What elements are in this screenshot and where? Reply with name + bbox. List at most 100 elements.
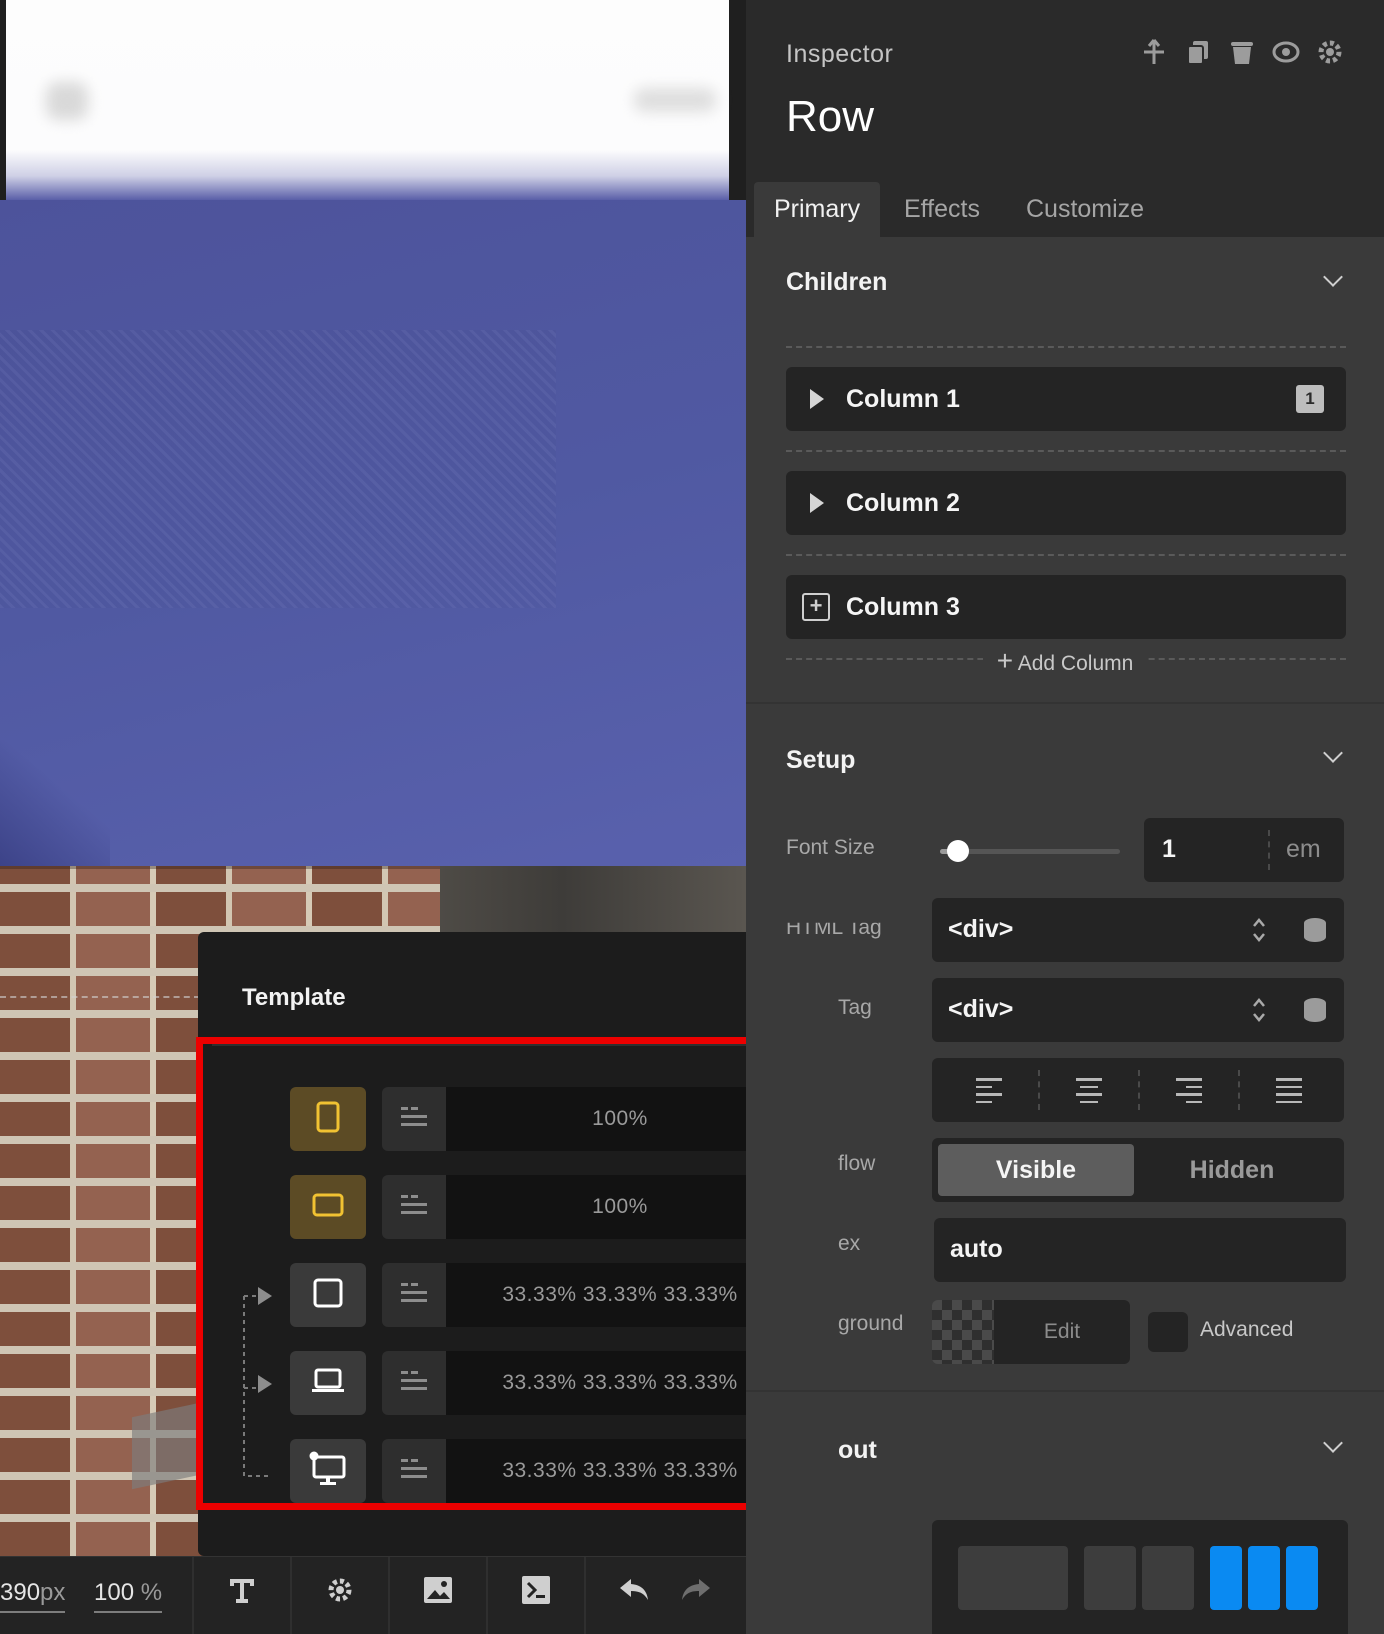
grid-handle[interactable] [382, 1351, 446, 1415]
eye-icon[interactable] [1272, 38, 1300, 66]
layout-section-title[interactable]: out [838, 1436, 877, 1465]
layout-option-single[interactable] [958, 1546, 1068, 1610]
app-root: 390px 100 % Template 100% 100% 33.33% 33… [0, 0, 1384, 1634]
template-value[interactable]: 100% [446, 1175, 794, 1239]
second-tag-select[interactable]: <div> [932, 978, 1344, 1042]
layout-option-third[interactable] [1210, 1546, 1242, 1610]
chevron-down-icon[interactable] [1323, 1433, 1343, 1453]
advanced-label: Advanced [1200, 1318, 1294, 1341]
child-item-label: Column 3 [846, 593, 960, 621]
layout-preview [932, 1520, 1348, 1634]
zindex-value: auto [950, 1235, 1003, 1263]
html-tag-select[interactable]: <div> [932, 898, 1344, 962]
breakpoint-button[interactable] [290, 1263, 366, 1327]
setup-section-title[interactable]: Setup [786, 746, 855, 775]
template-row: 33.33% 33.33% 33.33% [290, 1263, 794, 1327]
layout-option-half[interactable] [1142, 1546, 1194, 1610]
font-size-input[interactable]: 1 em [1144, 818, 1344, 882]
image-icon[interactable] [418, 1575, 458, 1615]
laptop-icon [311, 1368, 345, 1399]
html-tag-label: HTML Tag [786, 916, 882, 939]
zindex-input[interactable]: auto [934, 1218, 1346, 1282]
gear-icon[interactable] [1316, 38, 1344, 66]
chevron-down-icon[interactable] [1323, 267, 1343, 287]
template-value[interactable]: 33.33% 33.33% 33.33% [446, 1351, 794, 1415]
preview-cube-shape [132, 1402, 200, 1490]
align-center-icon[interactable] [1076, 1078, 1102, 1103]
template-value[interactable]: 33.33% 33.33% 33.33% [446, 1439, 794, 1503]
template-value[interactable]: 100% [446, 1087, 794, 1151]
undo-icon[interactable] [614, 1575, 654, 1615]
toolbar-divider [192, 1557, 194, 1634]
grid-handle[interactable] [382, 1175, 446, 1239]
breakpoint-button[interactable] [290, 1439, 366, 1503]
child-item-column-2[interactable]: Column 2 [786, 471, 1346, 535]
breakpoint-button[interactable] [290, 1087, 366, 1151]
toolbar-divider [486, 1557, 488, 1634]
overflow-hidden-option[interactable]: Hidden [1134, 1144, 1330, 1196]
grid-handle[interactable] [382, 1263, 446, 1327]
trash-icon[interactable] [1228, 38, 1256, 66]
grid-lines-icon [401, 1370, 427, 1396]
copy-icon[interactable] [1184, 38, 1212, 66]
field-divider [1138, 1070, 1140, 1110]
gear-icon[interactable] [320, 1575, 360, 1615]
inspector-label: Inspector [786, 40, 894, 68]
html-tag-value: <div> [948, 915, 1014, 943]
template-value[interactable]: 33.33% 33.33% 33.33% [446, 1263, 794, 1327]
tab-primary[interactable]: Primary [754, 182, 881, 237]
inherit-arrow-icon [258, 1375, 272, 1393]
template-row: 100% [290, 1087, 794, 1151]
grid-handle[interactable] [382, 1087, 446, 1151]
zoom-field[interactable]: 100 % [94, 1579, 163, 1613]
child-item-column-1[interactable]: Column 1 1 [786, 367, 1346, 431]
tab-effects[interactable]: Effects [884, 182, 1000, 237]
font-size-label: Font Size [786, 836, 875, 859]
anchor-icon[interactable] [1140, 38, 1168, 66]
overflow-visible-option[interactable]: Visible [938, 1144, 1134, 1196]
child-count-badge: 1 [1296, 385, 1324, 413]
align-left-icon[interactable] [976, 1078, 1002, 1103]
advanced-checkbox[interactable] [1148, 1312, 1188, 1352]
phone-landscape-icon [312, 1193, 344, 1222]
font-size-unit[interactable]: em [1286, 835, 1321, 864]
play-triangle-icon[interactable] [810, 493, 824, 513]
dynamic-content-icon[interactable] [1304, 998, 1326, 1022]
second-tag-value: <div> [948, 995, 1014, 1023]
plus-square-icon[interactable]: + [802, 593, 830, 621]
zoom-value: 100 [94, 1579, 135, 1606]
preview-dark-patch [440, 866, 746, 932]
terminal-icon[interactable] [516, 1575, 556, 1615]
overflow-toggle: Visible Hidden [932, 1138, 1344, 1202]
redo-icon[interactable] [676, 1575, 716, 1615]
layout-option-half[interactable] [1084, 1546, 1136, 1610]
align-justify-icon[interactable] [1276, 1078, 1302, 1103]
layout-option-third[interactable] [1248, 1546, 1280, 1610]
select-arrows-icon [1252, 917, 1265, 943]
section-divider [746, 1390, 1384, 1392]
grid-handle[interactable] [382, 1439, 446, 1503]
width-field[interactable]: 390px [0, 1579, 66, 1613]
children-section-title[interactable]: Children [786, 268, 887, 297]
font-icon[interactable] [222, 1575, 262, 1615]
background-swatch[interactable] [932, 1300, 994, 1364]
align-right-icon[interactable] [1176, 1078, 1202, 1103]
layout-option-third[interactable] [1286, 1546, 1318, 1610]
tab-customize[interactable]: Customize [1006, 182, 1164, 237]
breakpoint-button[interactable] [290, 1351, 366, 1415]
font-size-value: 1 [1162, 835, 1176, 863]
child-item-column-3[interactable]: + Column 3 [786, 575, 1346, 639]
grid-lines-icon [401, 1458, 427, 1484]
background-edit-button[interactable]: Edit [994, 1300, 1130, 1364]
play-triangle-icon[interactable] [810, 389, 824, 409]
template-row: 33.33% 33.33% 33.33% [290, 1351, 794, 1415]
plus-icon: + [996, 645, 1014, 676]
breakpoint-button[interactable] [290, 1175, 366, 1239]
font-size-slider-knob[interactable] [947, 840, 969, 862]
chevron-down-icon[interactable] [1323, 743, 1343, 763]
add-column-button[interactable]: + Add Column [746, 645, 1384, 677]
inspector-header: Inspector Row Primary Effects Customize [746, 0, 1384, 237]
section-divider [746, 702, 1384, 704]
toolbar-divider [388, 1557, 390, 1634]
dynamic-content-icon[interactable] [1304, 918, 1326, 942]
